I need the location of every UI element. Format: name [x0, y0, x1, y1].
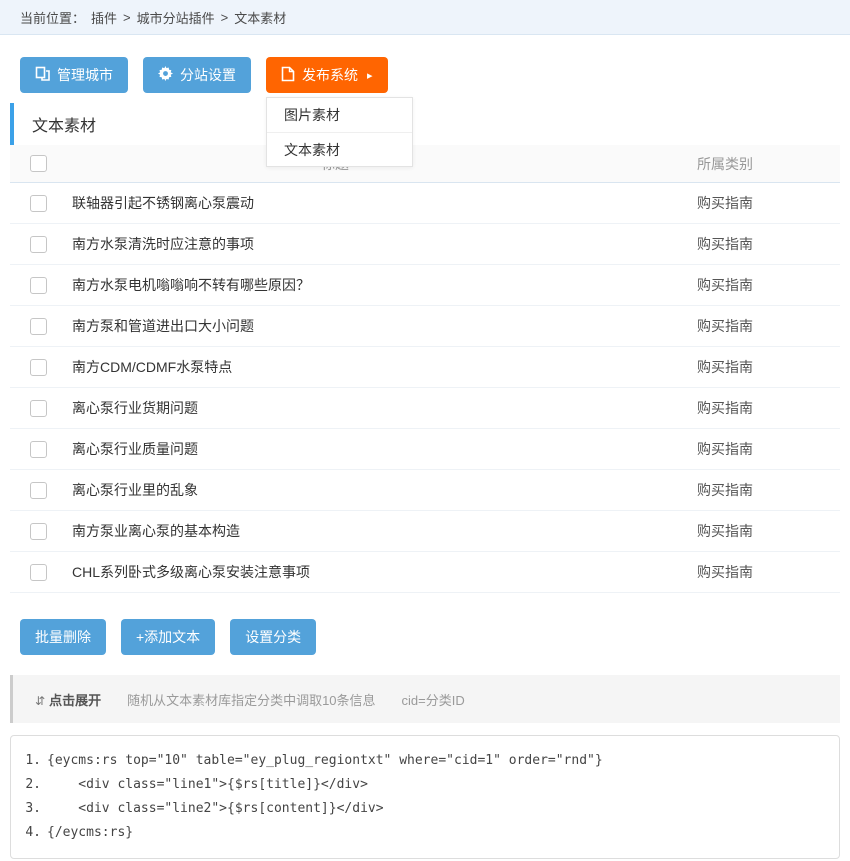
panel-hint: cid=分类ID — [402, 690, 465, 709]
gear-icon — [158, 66, 173, 84]
row-category: 购买指南 — [610, 275, 840, 295]
collapse-panel: ⇵ 点击展开 随机从文本素材库指定分类中调取10条信息 cid=分类ID — [10, 675, 840, 723]
breadcrumb-item-text-material[interactable]: 文本素材 — [234, 8, 286, 27]
table-row: 南方水泵电机嗡嗡响不转有哪些原因？购买指南 — [10, 265, 840, 306]
site-settings-label: 分站设置 — [180, 65, 236, 85]
table-row: 联轴器引起不锈钢离心泵震动购买指南 — [10, 183, 840, 224]
row-category: 购买指南 — [610, 357, 840, 377]
material-table: 标题 所属类别 联轴器引起不锈钢离心泵震动购买指南南方水泵清洗时应注意的事项购买… — [10, 145, 840, 593]
row-title: 离心泵行业货期问题 — [60, 398, 610, 418]
publish-system-button[interactable]: 发布系统 ▸ — [266, 57, 388, 93]
panel-description: 随机从文本素材库指定分类中调取10条信息 — [127, 690, 375, 709]
manage-cities-label: 管理城市 — [57, 65, 113, 85]
submenu-arrow-icon: ▸ — [367, 69, 373, 82]
table-row: 离心泵行业里的乱象购买指南 — [10, 470, 840, 511]
breadcrumb-label: 当前位置： — [20, 8, 85, 27]
row-title: 南方泵和管道进出口大小问题 — [60, 316, 610, 336]
page-title: 文本素材 — [10, 103, 840, 145]
row-title: 南方泵业离心泵的基本构造 — [60, 521, 610, 541]
toolbar: 管理城市 分站设置 发布系统 ▸ 图片素材 文本素材 — [20, 57, 840, 93]
code-line: {eycms:rs top="10" table="ey_plug_region… — [11, 749, 839, 773]
select-all-checkbox[interactable] — [30, 155, 47, 172]
row-title: 联轴器引起不锈钢离心泵震动 — [60, 193, 610, 213]
table-body: 联轴器引起不锈钢离心泵震动购买指南南方水泵清洗时应注意的事项购买指南南方水泵电机… — [10, 183, 840, 593]
table-row: 南方水泵清洗时应注意的事项购买指南 — [10, 224, 840, 265]
row-checkbox[interactable] — [30, 400, 47, 417]
document-icon — [281, 66, 295, 85]
row-checkbox[interactable] — [30, 482, 47, 499]
table-row: 离心泵行业货期问题购买指南 — [10, 388, 840, 429]
row-checkbox[interactable] — [30, 318, 47, 335]
row-checkbox[interactable] — [30, 277, 47, 294]
row-category: 购买指南 — [610, 439, 840, 459]
dropdown-item-text-material[interactable]: 文本素材 — [267, 132, 412, 166]
row-category: 购买指南 — [610, 193, 840, 213]
code-line: <div class="line2">{$rs[content]}</div> — [11, 797, 839, 821]
action-bar: 批量删除 +添加文本 设置分类 — [20, 619, 840, 655]
publish-system-label: 发布系统 — [302, 65, 358, 85]
site-settings-button[interactable]: 分站设置 — [143, 57, 251, 93]
add-text-button[interactable]: +添加文本 — [121, 619, 215, 655]
row-title: 离心泵行业质量问题 — [60, 439, 610, 459]
row-category: 购买指南 — [610, 521, 840, 541]
sort-arrows-icon: ⇵ — [35, 694, 45, 708]
row-title: 南方水泵清洗时应注意的事项 — [60, 234, 610, 254]
breadcrumb-separator: > — [123, 10, 131, 25]
table-row: 南方泵和管道进出口大小问题购买指南 — [10, 306, 840, 347]
manage-cities-button[interactable]: 管理城市 — [20, 57, 128, 93]
code-line: <div class="line1">{$rs[title]}</div> — [11, 773, 839, 797]
row-title: 南方CDM/CDMF水泵特点 — [60, 357, 610, 377]
code-line: {/eycms:rs} — [11, 821, 839, 845]
row-checkbox[interactable] — [30, 564, 47, 581]
breadcrumb-item-plugins[interactable]: 插件 — [91, 8, 117, 27]
row-category: 购买指南 — [610, 316, 840, 336]
row-category: 购买指南 — [610, 562, 840, 582]
pages-icon — [35, 66, 50, 84]
row-checkbox[interactable] — [30, 523, 47, 540]
table-row: 离心泵行业质量问题购买指南 — [10, 429, 840, 470]
row-category: 购买指南 — [610, 234, 840, 254]
column-header-category: 所属类别 — [610, 154, 840, 174]
table-row: 南方泵业离心泵的基本构造购买指南 — [10, 511, 840, 552]
row-title: 离心泵行业里的乱象 — [60, 480, 610, 500]
row-checkbox[interactable] — [30, 236, 47, 253]
dropdown-item-image-material[interactable]: 图片素材 — [267, 98, 412, 132]
batch-delete-button[interactable]: 批量删除 — [20, 619, 106, 655]
row-category: 购买指南 — [610, 398, 840, 418]
row-title: 南方水泵电机嗡嗡响不转有哪些原因？ — [60, 275, 610, 295]
expand-toggle-label: 点击展开 — [49, 693, 101, 708]
row-checkbox[interactable] — [30, 359, 47, 376]
row-checkbox[interactable] — [30, 195, 47, 212]
row-checkbox[interactable] — [30, 441, 47, 458]
template-code-block: {eycms:rs top="10" table="ey_plug_region… — [10, 735, 840, 859]
breadcrumb-separator: > — [221, 10, 229, 25]
row-title: CHL系列卧式多级离心泵安装注意事项 — [60, 562, 610, 582]
breadcrumb: 当前位置： 插件 > 城市分站插件 > 文本素材 — [0, 0, 850, 35]
table-header: 标题 所属类别 — [10, 145, 840, 183]
expand-toggle[interactable]: ⇵ 点击展开 — [35, 690, 101, 709]
breadcrumb-item-city-plugin[interactable]: 城市分站插件 — [137, 8, 215, 27]
set-category-button[interactable]: 设置分类 — [230, 619, 316, 655]
publish-system-dropdown: 图片素材 文本素材 — [266, 97, 413, 167]
table-row: CHL系列卧式多级离心泵安装注意事项购买指南 — [10, 552, 840, 593]
table-row: 南方CDM/CDMF水泵特点购买指南 — [10, 347, 840, 388]
row-category: 购买指南 — [610, 480, 840, 500]
